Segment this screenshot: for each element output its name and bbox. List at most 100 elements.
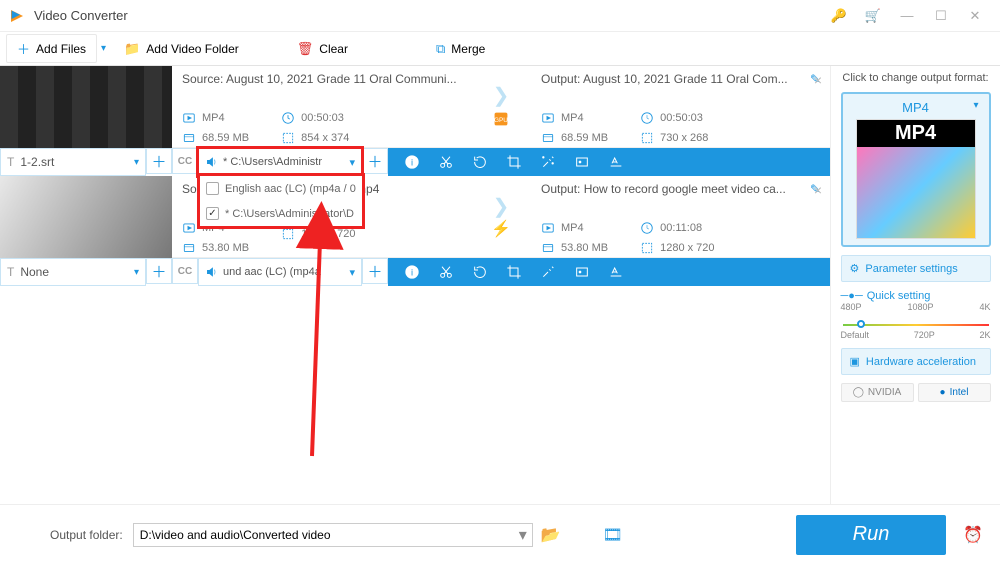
cut-tool-icon[interactable] (430, 258, 462, 286)
info-tool-icon[interactable]: i (396, 258, 428, 286)
subtitle-value: 1-2.srt (20, 155, 128, 169)
svg-text:i: i (411, 157, 413, 167)
out-duration: 00:50:03 (660, 112, 703, 124)
src-size: 68.59 MB (202, 132, 249, 144)
src-resolution: 854 x 374 (301, 132, 349, 144)
merge-label: Merge (451, 42, 485, 56)
intel-badge: ● Intel (918, 383, 991, 402)
run-label: Run (853, 523, 890, 546)
output-folder-input[interactable] (133, 523, 533, 547)
cut-tool-icon[interactable] (430, 148, 462, 176)
out-size: 68.59 MB (561, 132, 608, 144)
qs-tick: 480P (841, 302, 862, 312)
out-format: MP4 (561, 222, 584, 234)
output-format-preview: MP4 (856, 119, 976, 239)
audio-option-label: English aac (LC) (mp4a / 0 (225, 183, 356, 195)
output-format-value: MP4 (849, 100, 983, 119)
add-folder-label: Add Video Folder (146, 42, 239, 56)
hardware-accel-label: Hardware acceleration (866, 356, 976, 368)
audio-option-label: * C:\Users\Administrator\D (225, 208, 354, 220)
video-thumbnail[interactable] (0, 66, 172, 148)
parameter-settings-button[interactable]: ⚙ Parameter settings (841, 255, 991, 282)
quick-setting-slider[interactable] (843, 324, 989, 326)
info-tool-icon[interactable]: i (396, 148, 428, 176)
audio-option[interactable]: ✓* C:\Users\Administrator\D (200, 201, 362, 226)
audio-add-button[interactable]: ＋ (362, 258, 388, 284)
cart-icon[interactable]: 🛒 (856, 4, 890, 28)
run-button[interactable]: Run (796, 515, 946, 555)
subtitle-add-button[interactable]: ＋ (146, 148, 172, 174)
crop-tool-icon[interactable] (498, 258, 530, 286)
arrow-icon: ❯ (493, 194, 510, 219)
output-title: Output: August 10, 2021 Grade 11 Oral Co… (541, 72, 804, 86)
src-format: MP4 (202, 112, 225, 124)
audio-dropdown: English aac (LC) (mp4a / 0 ✓* C:\Users\A… (199, 175, 363, 227)
parameter-settings-label: Parameter settings (865, 263, 957, 275)
add-files-caret-icon[interactable]: ▾ (101, 43, 106, 54)
src-duration: 00:50:03 (301, 112, 344, 124)
audio-value: * C:\Users\Administr (223, 156, 345, 168)
chip-icon: ▣ (850, 355, 860, 368)
qs-tick: 1080P (907, 302, 933, 312)
out-format: MP4 (561, 112, 584, 124)
add-video-folder-button[interactable]: 📁Add Video Folder (114, 37, 249, 61)
watermark-tool-icon[interactable] (566, 148, 598, 176)
qs-tick: 4K (979, 302, 990, 312)
subtitle-add-button[interactable]: ＋ (146, 258, 172, 284)
maximize-icon[interactable]: ☐ (924, 4, 958, 28)
add-files-button[interactable]: ＋Add Files (6, 34, 97, 63)
subtitle-value: None (20, 265, 128, 279)
subtitle-tool-icon[interactable] (600, 148, 632, 176)
schedule-icon[interactable]: ⏰ (956, 515, 990, 555)
out-duration: 00:11:08 (660, 222, 702, 234)
gpu-icon: GPU (490, 108, 512, 130)
rotate-tool-icon[interactable] (464, 258, 496, 286)
remove-item-icon[interactable]: × (814, 72, 822, 88)
merge-button[interactable]: ⧉Merge (426, 37, 495, 61)
output-format-label: Click to change output format: (842, 72, 988, 84)
arrow-icon: ❯ (493, 83, 510, 108)
out-size: 53.80 MB (561, 242, 608, 254)
output-format-card[interactable]: MP4 MP4 (841, 92, 991, 247)
qs-tick: 2K (979, 330, 990, 340)
app-title: Video Converter (34, 8, 822, 23)
main-toolbar: ＋Add Files ▾ 📁Add Video Folder 🗑Clear ⧉M… (0, 32, 1000, 66)
audio-add-button[interactable]: ＋ (362, 148, 388, 174)
effect-tool-icon[interactable] (532, 148, 564, 176)
nvidia-badge: ◯ NVIDIA (841, 383, 914, 402)
remove-item-icon[interactable]: × (814, 182, 822, 198)
sliders-icon: ⚙ (850, 262, 860, 275)
clear-label: Clear (319, 42, 348, 56)
subtitle-select[interactable]: T1-2.srt▾ (0, 148, 146, 176)
audio-option[interactable]: English aac (LC) (mp4a / 0 (200, 176, 362, 201)
cc-button[interactable]: CC (172, 148, 198, 174)
out-resolution: 1280 x 720 (660, 242, 714, 254)
subtitle-select[interactable]: TNone▾ (0, 258, 146, 286)
subtitle-tool-icon[interactable] (600, 258, 632, 286)
rotate-tool-icon[interactable] (464, 148, 496, 176)
crop-tool-icon[interactable] (498, 148, 530, 176)
audio-select[interactable]: * C:\Users\Administr▾ English aac (LC) (… (198, 148, 362, 176)
watermark-tool-icon[interactable] (566, 258, 598, 286)
svg-text:i: i (411, 267, 413, 277)
clear-button[interactable]: 🗑Clear (287, 37, 358, 61)
output-folder-label: Output folder: (50, 528, 123, 542)
src-resolution: 1280 x 720 (301, 228, 355, 240)
svg-text:GPU: GPU (494, 117, 508, 124)
video-thumbnail[interactable] (0, 176, 172, 258)
key-icon[interactable]: 🔑 (822, 4, 856, 28)
open-folder-icon[interactable]: 📂 (537, 521, 565, 549)
effect-tool-icon[interactable] (532, 258, 564, 286)
output-folder-caret-icon[interactable]: ▾ (519, 525, 527, 545)
cc-button[interactable]: CC (172, 258, 198, 284)
out-resolution: 730 x 268 (660, 132, 708, 144)
audio-select[interactable]: und aac (LC) (mp4a▾ (198, 258, 362, 286)
qs-tick: Default (841, 330, 870, 340)
hardware-accel-button[interactable]: ▣ Hardware acceleration (841, 348, 991, 375)
minimize-icon[interactable]: — (890, 4, 924, 28)
qs-tick: 720P (914, 330, 935, 340)
bolt-icon: ⚡ (491, 219, 511, 239)
browse-video-icon[interactable]: 🎞 (599, 521, 627, 549)
source-title: Source: August 10, 2021 Grade 11 Oral Co… (182, 72, 461, 86)
close-icon[interactable]: ✕ (958, 4, 992, 28)
